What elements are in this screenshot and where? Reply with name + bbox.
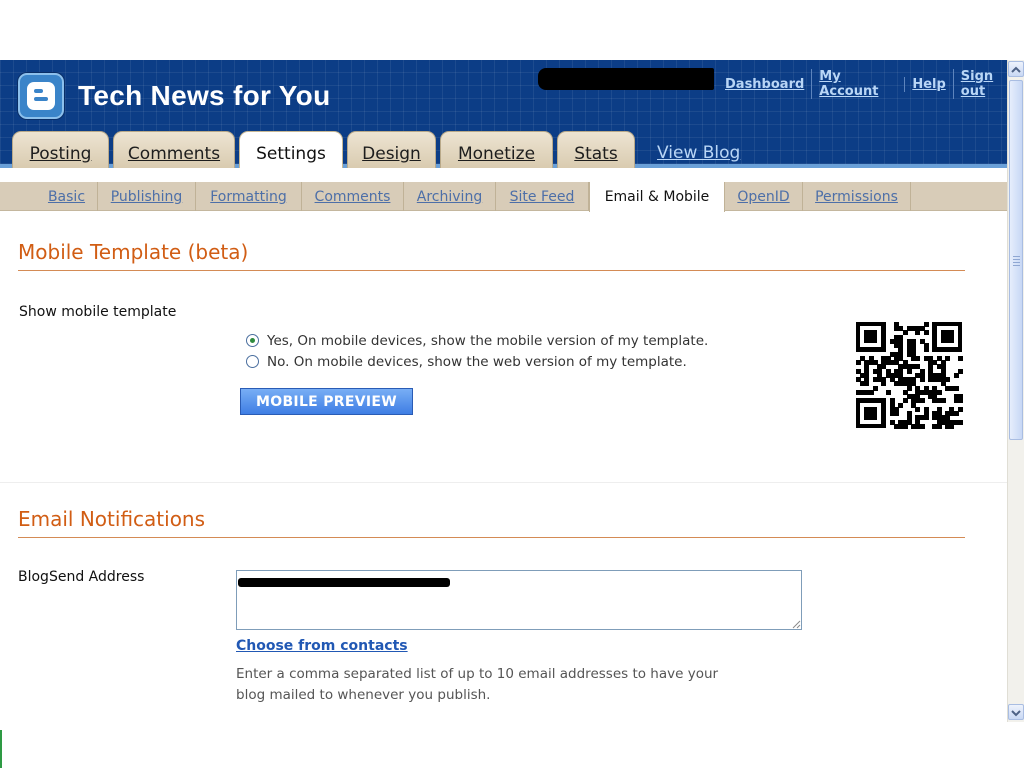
subnav-email-mobile[interactable]: Email & Mobile [589,182,725,212]
qr-module [953,372,959,378]
qr-module [953,411,959,417]
qr-module [868,389,874,395]
qr-module [915,330,921,336]
blog-title: Tech News for You [78,80,331,111]
mobile-preview-button[interactable]: MOBILE PREVIEW [240,388,413,415]
blogsend-help-text: Enter a comma separated list of up to 10… [236,664,726,706]
resize-grip-icon[interactable] [791,619,801,629]
qr-module [940,398,946,404]
qr-module [923,347,929,353]
tab-monetize[interactable]: Monetize [440,131,553,168]
thumb-grip [1013,265,1020,266]
blogger-settings-page: Tech News for You Dashboard My Account H… [0,0,1024,768]
tab-design[interactable]: Design [347,131,436,168]
subnav-formatting[interactable]: Formatting [196,182,302,211]
redacted-username [538,68,714,90]
help-link[interactable]: Help [904,76,952,92]
chevron-down-icon [1011,710,1021,717]
qr-finder [940,330,954,344]
window-edge [0,730,2,768]
qr-module [906,385,912,391]
qr-module [953,385,959,391]
mobile-yes-label[interactable]: Yes, On mobile devices, show the mobile … [267,333,708,349]
my-account-link[interactable]: My Account [811,69,904,99]
mobile-template-heading: Mobile Template (beta) [18,240,249,264]
section-divider [18,270,965,271]
qr-module [885,389,891,395]
subnav-openid[interactable]: OpenID [725,182,803,211]
window-bottom-area [0,722,1024,768]
help-text-line: Enter a comma separated list of up to 10… [236,666,719,682]
thumb-grip [1013,256,1020,257]
view-blog-link[interactable]: View Blog [657,143,740,163]
redacted-email [238,578,450,587]
qr-module [856,360,861,366]
subnav-site-feed[interactable]: Site Feed [496,182,589,211]
subnav-archiving[interactable]: Archiving [404,182,496,211]
qr-module [919,398,925,404]
account-links: Dashboard My Account Help Sign out [718,69,1024,99]
qr-module [906,368,912,374]
qr-module [923,415,929,421]
mobile-no-radio[interactable] [246,355,259,368]
subnav-comments[interactable]: Comments [302,182,404,211]
scrollbar-thumb[interactable] [1009,80,1023,440]
subnav-permissions[interactable]: Permissions [803,182,911,211]
qr-module [957,355,963,361]
thumb-grip [1013,259,1020,260]
qr-code-icon [856,322,963,429]
chevron-up-icon [1011,66,1021,73]
qr-module [915,406,921,412]
subnav-basic[interactable]: Basic [36,182,98,211]
qr-module [923,330,929,336]
show-mobile-template-label: Show mobile template [19,304,177,320]
mobile-yes-radio[interactable] [246,334,259,347]
section-divider [18,537,965,538]
thumb-grip [1013,262,1020,263]
tab-spacer [0,168,1007,182]
qr-module [957,398,963,404]
tab-settings[interactable]: Settings [239,131,343,171]
choose-from-contacts-link[interactable]: Choose from contacts [236,638,408,654]
tab-posting[interactable]: Posting [12,131,109,168]
dashboard-link[interactable]: Dashboard [718,77,811,92]
qr-finder [864,406,878,420]
tab-stats[interactable]: Stats [557,131,635,168]
qr-module [936,423,942,429]
qr-module [915,355,921,361]
qr-finder [864,330,878,344]
mobile-no-label[interactable]: No. On mobile devices, show the web vers… [267,354,687,370]
email-notifications-heading: Email Notifications [18,507,206,531]
section-separator [0,482,1007,483]
subnav-publishing[interactable]: Publishing [98,182,196,211]
help-text-line: blog mailed to whenever you publish. [236,687,491,703]
qr-module [902,423,908,429]
qr-module [881,381,887,387]
blogger-logo-icon[interactable] [18,73,64,119]
qr-module [864,381,870,387]
scroll-down-button[interactable] [1008,704,1024,720]
tab-comments[interactable]: Comments [113,131,235,168]
qr-module [957,419,963,425]
qr-module [919,423,925,429]
qr-module [949,423,955,429]
scroll-up-button[interactable] [1008,61,1024,77]
qr-module [894,411,900,417]
qr-module [919,377,925,383]
blogsend-address-label: BlogSend Address [18,569,145,585]
